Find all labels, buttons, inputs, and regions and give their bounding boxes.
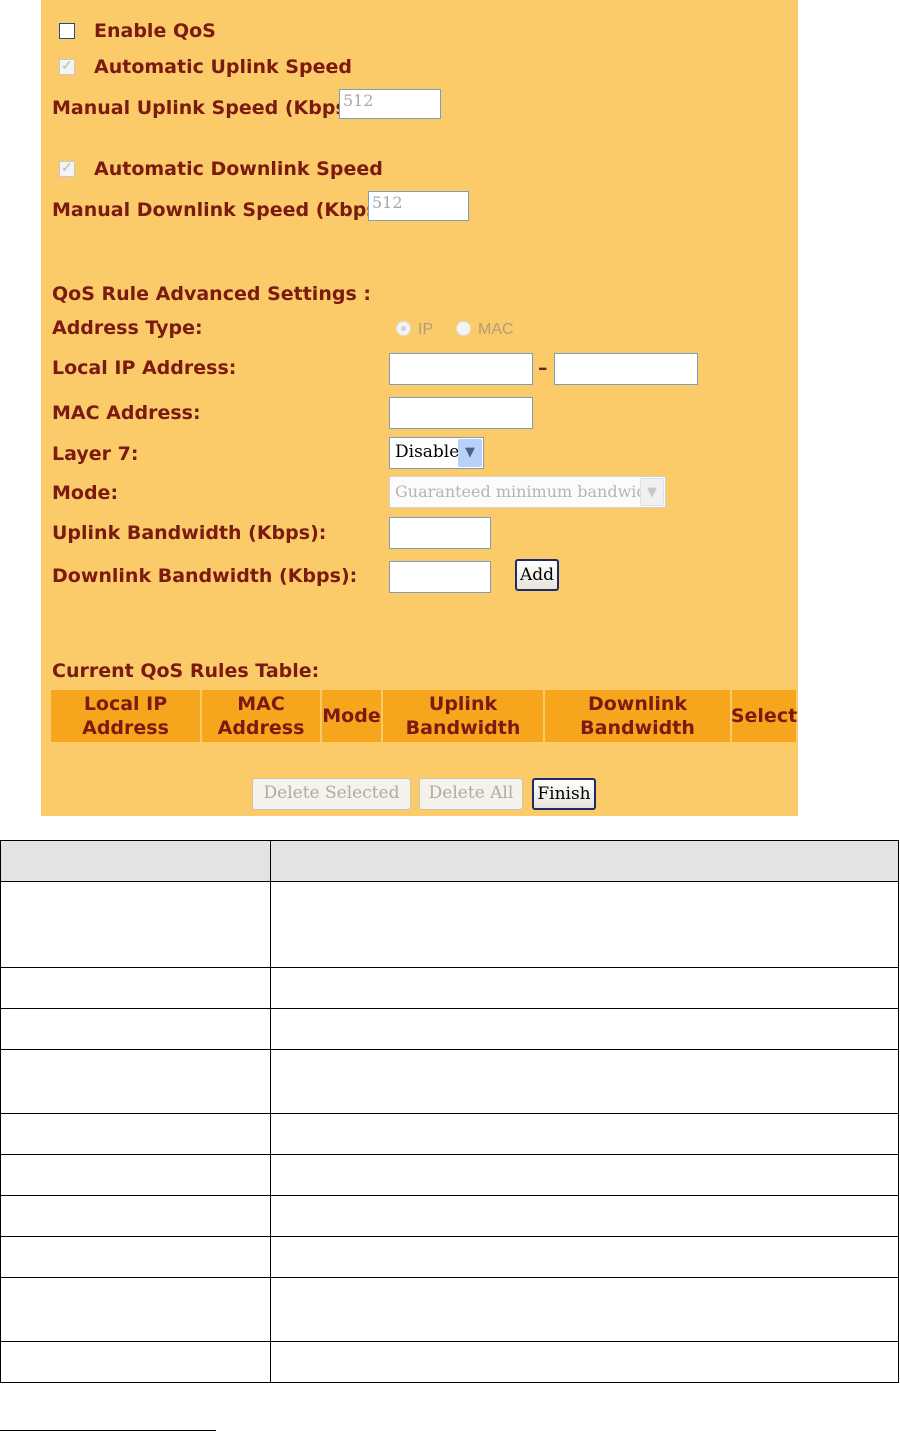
address-type-ip-radio[interactable]	[396, 321, 411, 336]
mode-select[interactable]: Guaranteed minimum bandwidth ▼	[389, 476, 666, 508]
manual-uplink-input[interactable]: 512	[339, 89, 441, 119]
downlink-bandwidth-input[interactable]	[389, 561, 491, 593]
table-row	[0, 1195, 900, 1237]
table-row	[0, 1049, 900, 1114]
address-type-label: Address Type:	[52, 317, 203, 339]
column-header-select: Select	[731, 690, 797, 742]
table-row	[0, 1008, 900, 1050]
layer7-label: Layer 7:	[52, 443, 139, 465]
table-row	[0, 881, 900, 968]
enable-qos-label: Enable QoS	[94, 20, 216, 42]
table-row	[0, 1113, 900, 1155]
auto-uplink-checkbox[interactable]	[59, 57, 75, 75]
layer7-selected-value: Disable	[395, 442, 460, 462]
address-type-ip-label: IP	[418, 321, 434, 338]
chevron-down-icon: ▼	[640, 478, 664, 506]
local-ip-end-input[interactable]	[554, 353, 698, 385]
delete-selected-button[interactable]: Delete Selected	[252, 778, 411, 810]
description-table	[0, 840, 900, 1383]
downlink-bandwidth-label: Downlink Bandwidth (Kbps):	[52, 565, 358, 587]
manual-uplink-label: Manual Uplink Speed (Kbps) :	[52, 97, 370, 119]
enable-qos-checkbox[interactable]	[59, 23, 75, 39]
mode-label: Mode:	[52, 482, 119, 504]
chevron-down-icon: ▼	[458, 439, 482, 467]
uplink-bandwidth-label: Uplink Bandwidth (Kbps):	[52, 522, 327, 544]
auto-downlink-checkbox[interactable]	[59, 159, 75, 177]
add-rule-button[interactable]: Add	[515, 559, 559, 591]
rule-settings-heading: QoS Rule Advanced Settings :	[52, 283, 371, 305]
rules-table-title: Current QoS Rules Table:	[52, 660, 320, 682]
delete-all-button[interactable]: Delete All	[419, 778, 523, 810]
auto-downlink-label: Automatic Downlink Speed	[94, 158, 383, 180]
table-row	[0, 1341, 900, 1383]
table-row	[0, 1277, 900, 1342]
address-type-mac-radio[interactable]	[456, 321, 471, 336]
column-header-mac: MAC Address	[202, 690, 320, 742]
column-header-local-ip: Local IP Address	[51, 690, 200, 742]
layer7-select[interactable]: Disable ▼	[389, 437, 484, 469]
table-row	[0, 967, 900, 1009]
footnote-separator	[0, 1430, 216, 1431]
manual-downlink-input[interactable]: 512	[368, 191, 469, 221]
ip-range-separator: –	[538, 357, 548, 379]
mac-address-input[interactable]	[389, 397, 533, 429]
column-header-downlink: Downlink Bandwidth	[545, 690, 730, 742]
manual-downlink-label: Manual Downlink Speed (Kbps) :	[52, 199, 401, 221]
table-row	[0, 1236, 900, 1278]
auto-uplink-label: Automatic Uplink Speed	[94, 56, 352, 78]
address-type-mac-label: MAC	[478, 321, 514, 338]
table-row	[0, 1154, 900, 1196]
local-ip-label: Local IP Address:	[52, 357, 237, 379]
mode-selected-value: Guaranteed minimum bandwidth	[395, 482, 664, 501]
mac-address-label: MAC Address:	[52, 402, 201, 424]
table-header-row	[0, 840, 900, 882]
column-header-uplink: Uplink Bandwidth	[383, 690, 543, 742]
uplink-bandwidth-input[interactable]	[389, 517, 491, 549]
local-ip-start-input[interactable]	[389, 353, 533, 385]
finish-button[interactable]: Finish	[532, 778, 596, 810]
column-header-mode: Mode	[322, 690, 381, 742]
